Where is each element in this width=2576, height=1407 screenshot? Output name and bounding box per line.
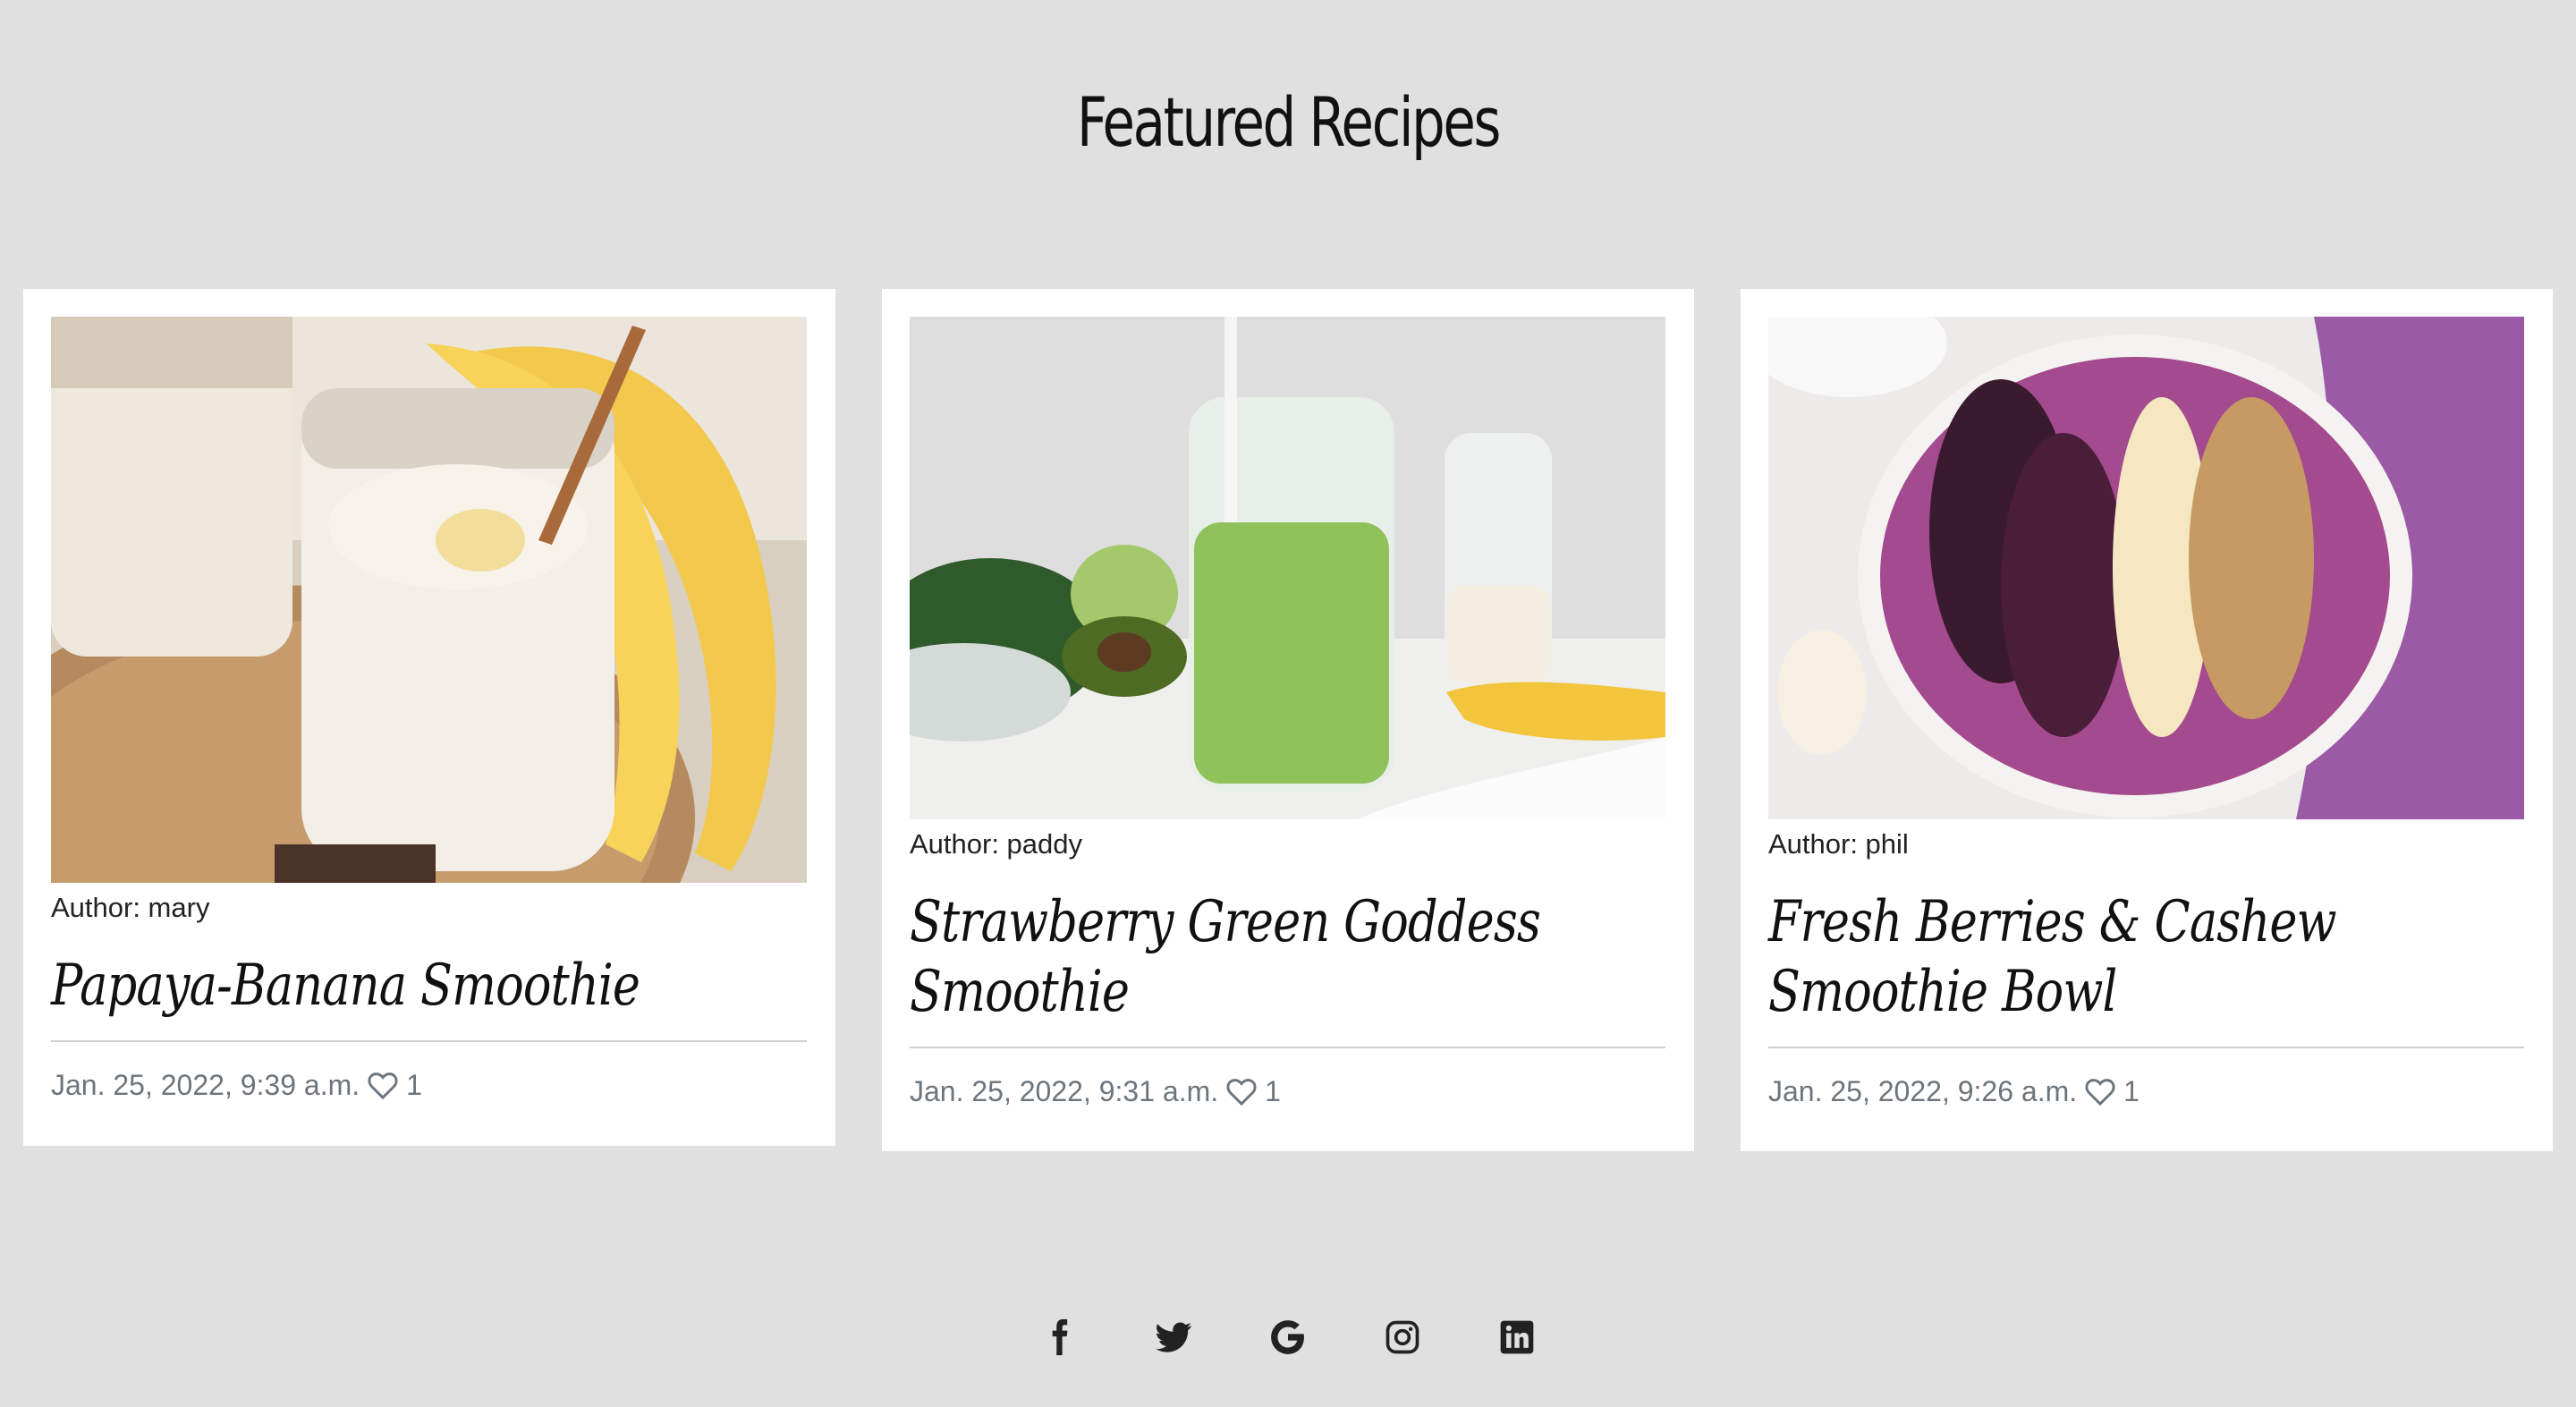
recipe-title[interactable]: Papaya-Banana Smoothie bbox=[51, 951, 807, 1021]
recipe-author: Author: mary bbox=[51, 892, 210, 923]
heart-icon[interactable] bbox=[367, 1072, 399, 1100]
divider bbox=[1768, 1047, 2524, 1048]
like-count: 1 bbox=[2123, 1075, 2140, 1107]
recipe-title[interactable]: Fresh Berries & Cashew Smoothie Bowl bbox=[1768, 887, 2524, 1027]
recipe-image[interactable] bbox=[51, 317, 807, 883]
divider bbox=[51, 1040, 807, 1042]
google-icon[interactable] bbox=[1266, 1315, 1310, 1360]
recipe-card[interactable]: Author: phil Fresh Berries & Cashew Smoo… bbox=[1741, 289, 2553, 1151]
page-title: Featured Recipes bbox=[1076, 82, 1501, 162]
recipe-card[interactable]: Author: mary Papaya-Banana Smoothie Jan.… bbox=[23, 289, 835, 1146]
banana-smoothie-image bbox=[51, 317, 807, 883]
recipe-date: Jan. 25, 2022, 9:31 a.m. bbox=[910, 1075, 1219, 1107]
linkedin-icon[interactable] bbox=[1495, 1315, 1539, 1360]
like-count: 1 bbox=[1265, 1075, 1281, 1107]
recipe-date: Jan. 25, 2022, 9:26 a.m. bbox=[1768, 1075, 2078, 1107]
recipe-image[interactable] bbox=[1768, 317, 2524, 819]
facebook-icon[interactable] bbox=[1037, 1315, 1081, 1360]
social-footer bbox=[0, 1315, 2576, 1360]
recipe-title[interactable]: Strawberry Green Goddess Smoothie bbox=[910, 887, 1665, 1027]
divider bbox=[910, 1047, 1665, 1048]
recipe-author: Author: phil bbox=[1768, 828, 1909, 860]
page: Featured Recipes Author: mary Papaya-Ban… bbox=[0, 0, 2576, 1407]
recipe-cards: Author: mary Papaya-Banana Smoothie Jan.… bbox=[23, 289, 2555, 1157]
like-count: 1 bbox=[406, 1069, 422, 1101]
recipe-author: Author: paddy bbox=[910, 828, 1083, 860]
heart-icon[interactable] bbox=[2084, 1078, 2116, 1106]
recipe-meta: Jan. 25, 2022, 9:31 a.m. 1 bbox=[910, 1075, 1666, 1108]
instagram-icon[interactable] bbox=[1380, 1315, 1425, 1360]
recipe-date: Jan. 25, 2022, 9:39 a.m. bbox=[51, 1069, 360, 1101]
recipe-image[interactable] bbox=[910, 317, 1665, 819]
heart-icon[interactable] bbox=[1225, 1078, 1258, 1106]
recipe-card[interactable]: Author: paddy Strawberry Green Goddess S… bbox=[882, 289, 1694, 1151]
recipe-meta: Jan. 25, 2022, 9:39 a.m. 1 bbox=[51, 1069, 808, 1102]
green-smoothie-image bbox=[910, 317, 1665, 819]
twitter-icon[interactable] bbox=[1151, 1315, 1196, 1360]
berry-bowl-image bbox=[1768, 317, 2524, 819]
recipe-meta: Jan. 25, 2022, 9:26 a.m. 1 bbox=[1768, 1075, 2525, 1108]
